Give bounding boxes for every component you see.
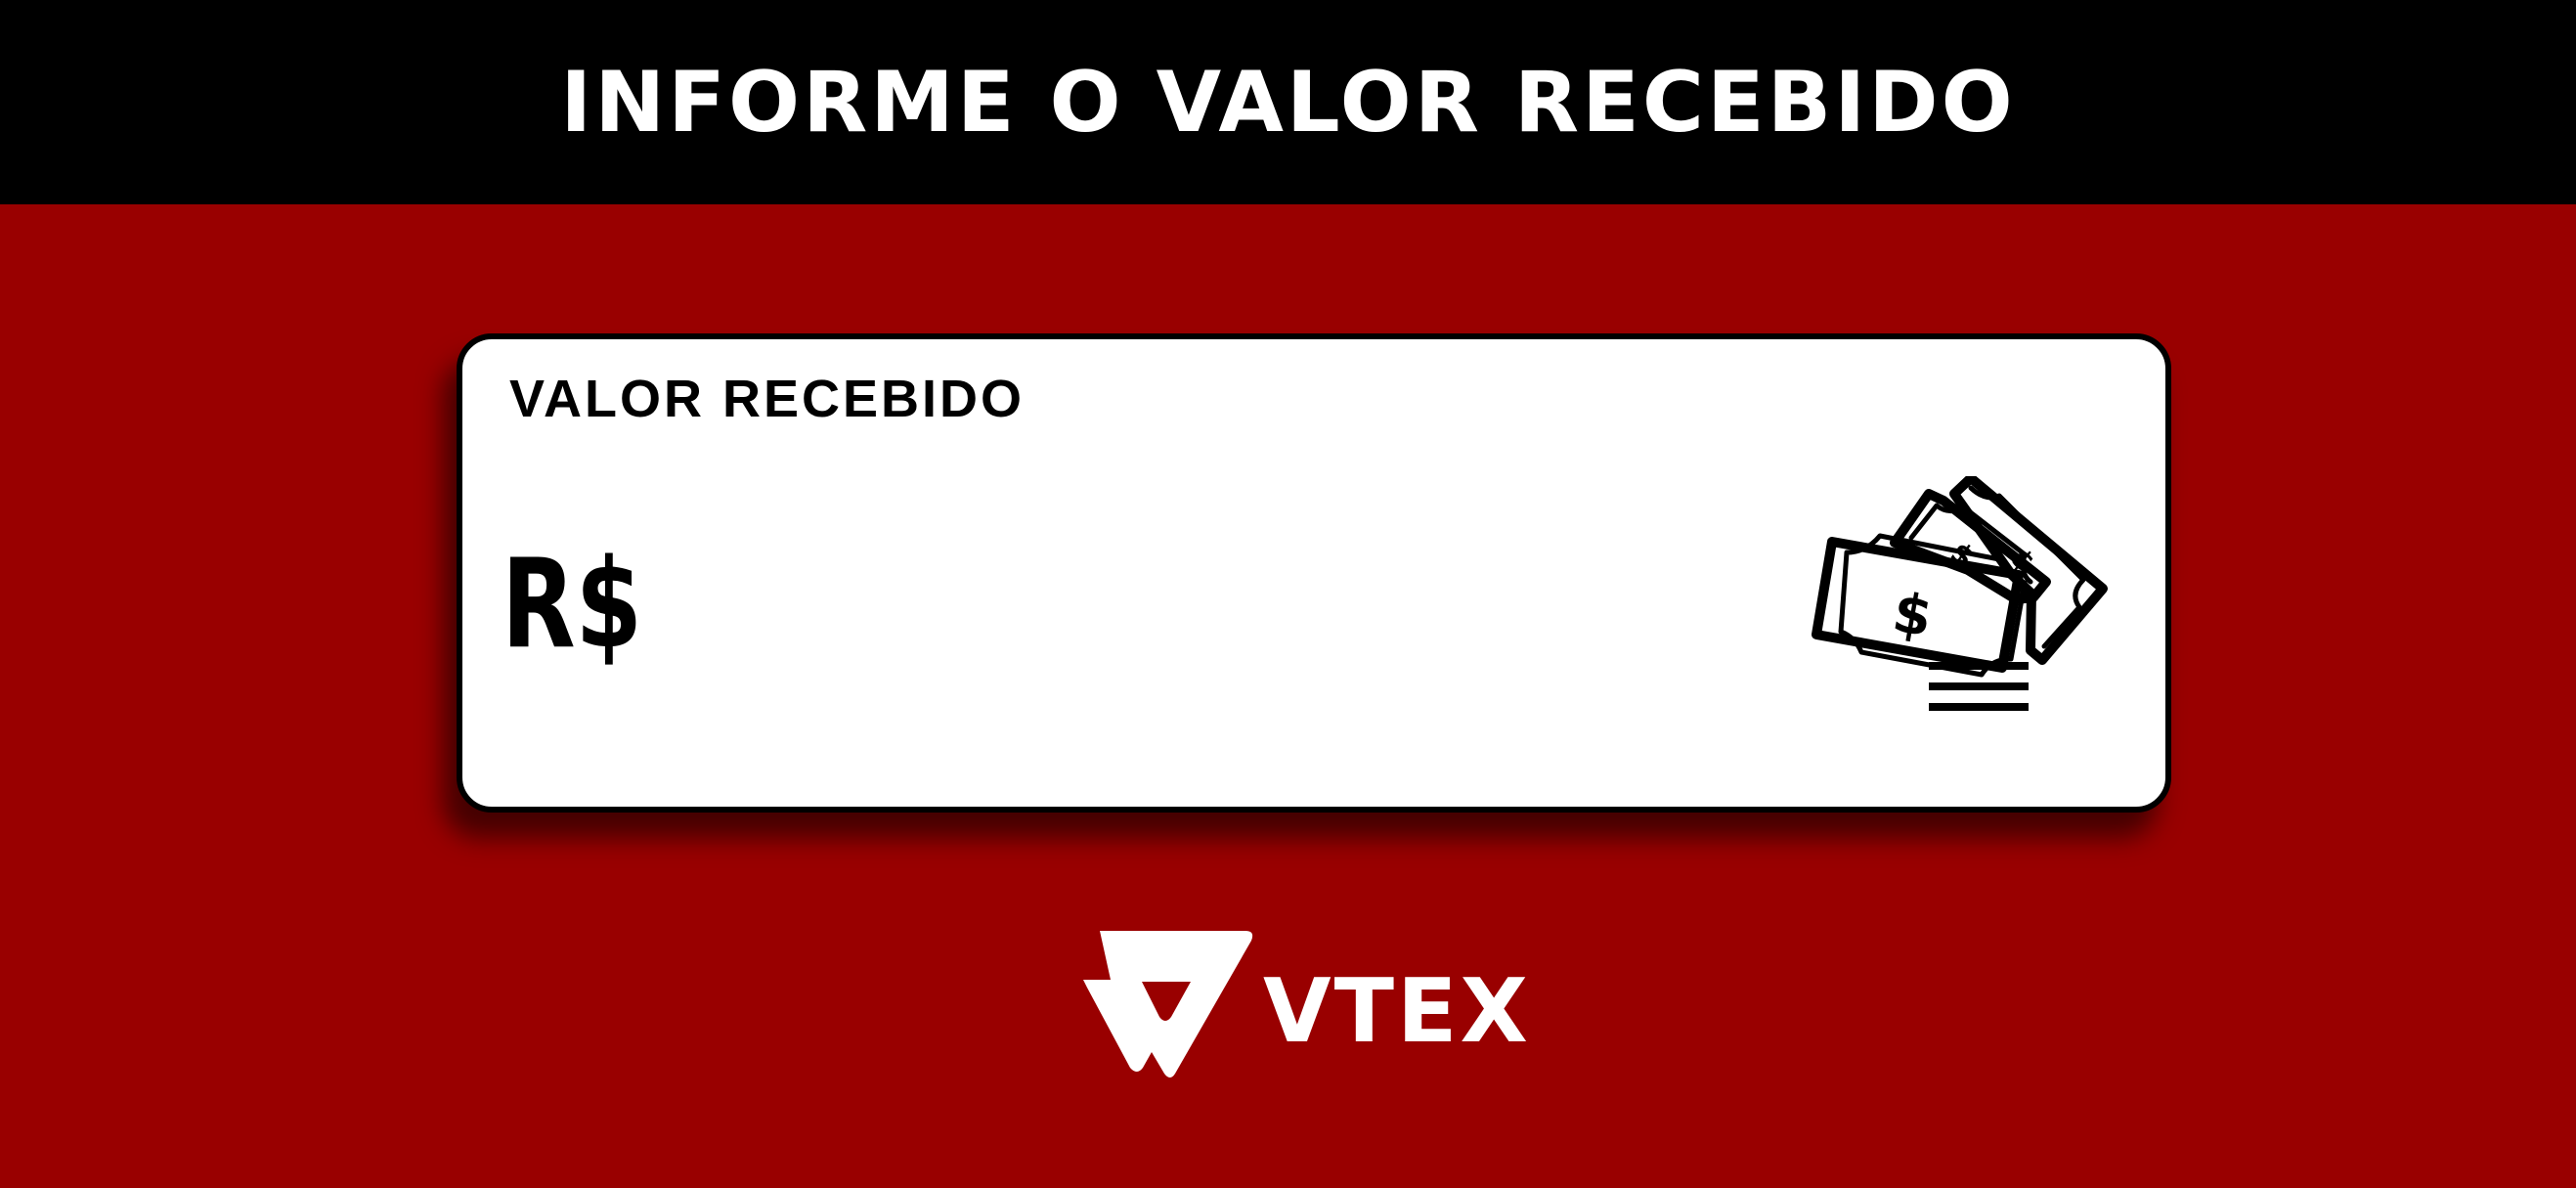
page-header: INFORME O VALOR RECEBIDO: [0, 0, 2576, 204]
received-amount-row[interactable]: R$: [502, 541, 2007, 668]
received-amount-label: VALOR RECEBIDO: [509, 370, 1026, 428]
received-amount-card[interactable]: VALOR RECEBIDO R$ $ $ $: [457, 333, 2171, 813]
cash-money-icon: $ $ $: [1812, 476, 2108, 711]
brand-name: VTEX: [1263, 960, 1531, 1063]
brand-logo: VTEX: [1081, 929, 1528, 1078]
svg-text:$: $: [1888, 581, 1937, 650]
page-title: INFORME O VALOR RECEBIDO: [560, 53, 2016, 152]
received-amount-input[interactable]: [687, 541, 1958, 668]
currency-symbol: R$: [502, 532, 643, 676]
vtex-logo-icon: [1083, 931, 1253, 1078]
